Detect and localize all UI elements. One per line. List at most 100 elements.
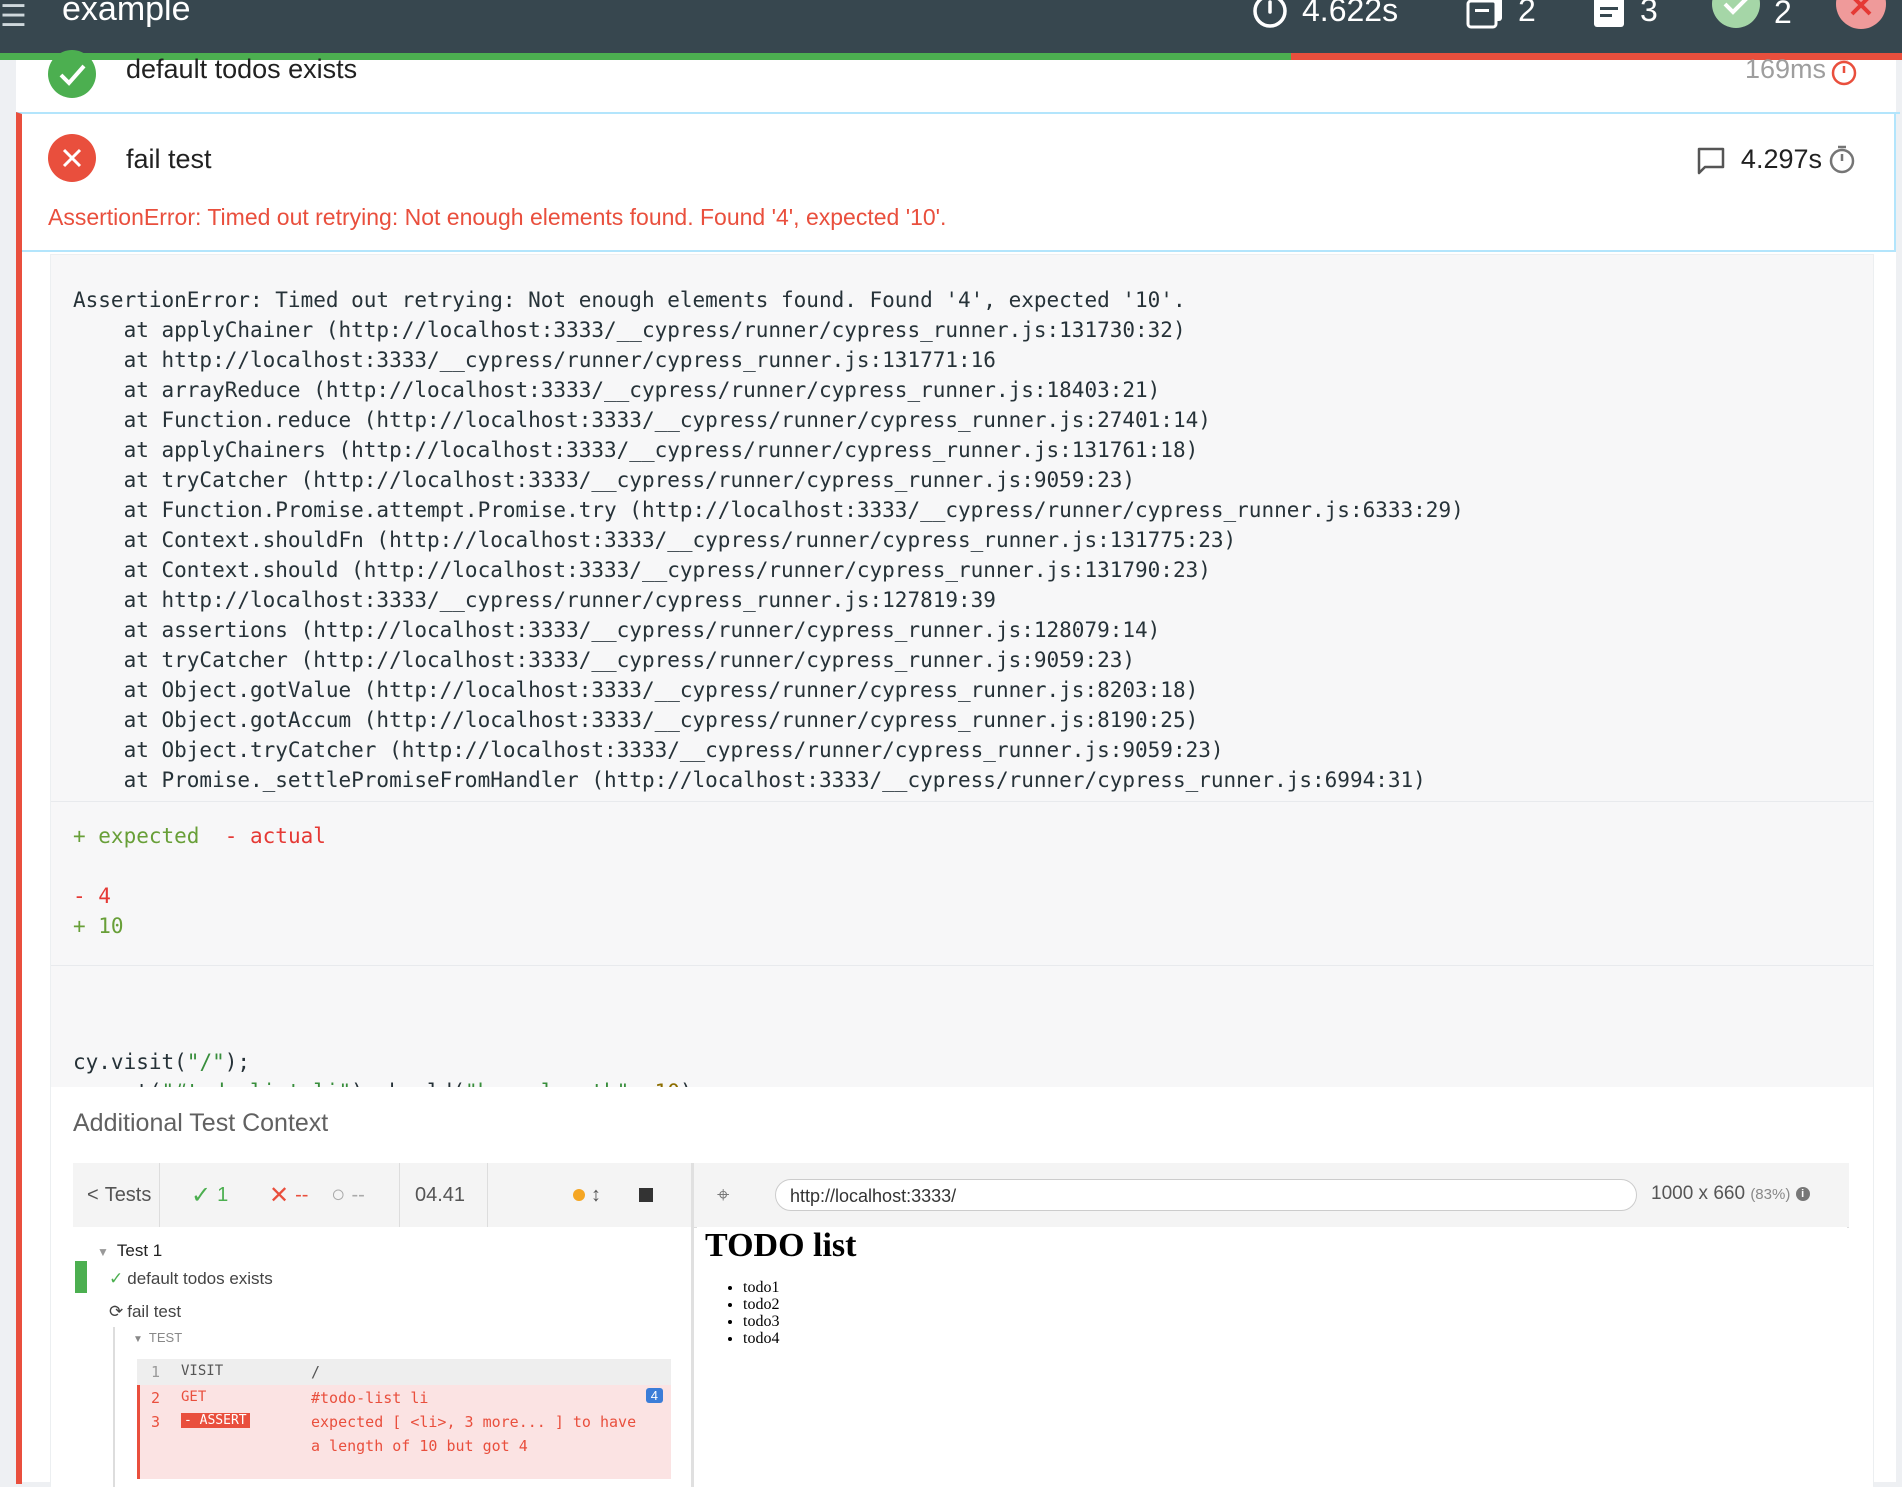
suites-stat[interactable]: 2	[1466, 0, 1536, 29]
url-bar[interactable]: http://localhost:3333/	[775, 1179, 1637, 1211]
command-list: 1 VISIT / 2 GET #todo-list li 4 3 - ASSE…	[137, 1359, 671, 1479]
status-dot-icon	[573, 1189, 585, 1201]
crosshair-icon: ⌖	[717, 1182, 730, 1207]
clock-icon	[1253, 0, 1287, 28]
error-circle-icon	[48, 134, 96, 182]
suite-title: Test 1	[116, 1241, 163, 1260]
passed-number: 1	[217, 1183, 229, 1206]
runner-toolbar: < Tests ✓ 1 ✕ -- ○ -- 04.41 ↕	[73, 1163, 693, 1228]
hook-row[interactable]: ▼ TEST	[133, 1330, 182, 1345]
indent-guide	[113, 1327, 115, 1487]
todo-item: todo1	[743, 1279, 779, 1296]
command-message: /	[311, 1363, 321, 1381]
test-row-passed[interactable]: ✓ default todos exists	[109, 1269, 273, 1289]
aut-title: TODO list	[705, 1227, 857, 1264]
passed-count: ✓ 1	[191, 1163, 228, 1227]
todo-list: todo1 todo2 todo3 todo4	[719, 1279, 779, 1347]
context-title: Additional Test Context	[73, 1109, 329, 1137]
check-icon: ✓	[109, 1269, 124, 1288]
failed-number: --	[295, 1183, 309, 1206]
check-circle-icon	[48, 50, 96, 98]
error-details: AssertionError: Timed out retrying: Not …	[50, 254, 1874, 1487]
command-number: 1	[151, 1363, 161, 1381]
diff-expected-value: + 10	[73, 914, 124, 938]
command-message: a length of 10 but got 4	[311, 1437, 528, 1455]
command-number: 3	[151, 1413, 161, 1431]
code-token: );	[224, 1050, 251, 1074]
close-icon	[1836, 0, 1886, 29]
test-row-passed[interactable]: default todos exists 169ms	[16, 50, 1896, 110]
timer-icon	[1831, 57, 1857, 86]
passed-stat[interactable]: 2	[1712, 0, 1792, 32]
info-icon[interactable]: i	[1795, 1186, 1810, 1201]
failed-command-group: 2 GET #todo-list li 4 3 - ASSERT expecte…	[137, 1385, 671, 1479]
chevron-left-icon: <	[87, 1183, 99, 1206]
divider	[487, 1163, 488, 1227]
failed-test-header[interactable]: fail test 4.297s AssertionError: Timed o…	[22, 114, 1896, 252]
duration-stat: 4.622s	[1252, 0, 1398, 29]
stop-button[interactable]	[639, 1163, 653, 1227]
suites-icon	[1466, 0, 1502, 28]
test-title: default todos exists	[126, 54, 358, 84]
tests-icon	[1594, 0, 1624, 27]
caret-down-icon: ▼	[97, 1245, 109, 1259]
command-message: expected [ <li>, 3 more... ] to have	[311, 1413, 637, 1431]
tests-count: 3	[1640, 0, 1658, 28]
test-list: default todos exists 169ms fail test 4.2…	[16, 50, 1900, 1487]
report-header: ☰ example 4.622s 2 3 2	[0, 0, 1902, 53]
stack-trace: AssertionError: Timed out retrying: Not …	[73, 288, 1464, 792]
duration-value: 4.622s	[1302, 0, 1399, 28]
tests-label: Tests	[104, 1183, 152, 1206]
diff-legend: + expected - actual	[73, 821, 326, 851]
stop-icon	[639, 1188, 653, 1202]
command-name: VISIT	[181, 1363, 224, 1379]
pending-number: --	[351, 1183, 365, 1206]
aut-header: ⌖ http://localhost:3333/ 1000 x 660 (83%…	[693, 1163, 1849, 1228]
command-row[interactable]: 1 VISIT /	[137, 1359, 671, 1385]
auto-scroll-toggle[interactable]: ↕	[573, 1163, 601, 1227]
arrows-vertical-icon: ↕	[591, 1183, 601, 1206]
report-title: example	[62, 0, 191, 28]
code-token: cy.visit(	[73, 1050, 187, 1074]
test-duration: 169ms	[1744, 54, 1826, 84]
divider	[51, 965, 1873, 966]
run-time: 04.41	[415, 1183, 466, 1206]
command-row[interactable]: 3 - ASSERT expected [ <li>, 3 more... ] …	[140, 1411, 671, 1461]
command-message: #todo-list li	[311, 1389, 429, 1407]
command-number: 2	[151, 1389, 161, 1407]
todo-item: todo2	[743, 1296, 779, 1313]
menu-icon[interactable]: ☰	[0, 2, 27, 32]
command-name: GET	[181, 1389, 207, 1405]
suite-row[interactable]: ▼ Test 1	[97, 1241, 162, 1261]
context-screenshot[interactable]: < Tests ✓ 1 ✕ -- ○ -- 04.41 ↕ ⌖ http://local…	[73, 1163, 1849, 1487]
passed-icon	[1712, 0, 1760, 28]
diff-values: - 4 + 10	[73, 881, 124, 941]
x-icon: ✕	[269, 1181, 290, 1209]
todo-item: todo3	[743, 1313, 779, 1330]
check-icon: ✓	[191, 1181, 212, 1209]
selector-playground-button[interactable]: ⌖	[717, 1163, 729, 1227]
test-row-failed: fail test 4.297s AssertionError: Timed o…	[16, 112, 1900, 1487]
todo-item: todo4	[743, 1330, 779, 1347]
suites-count: 2	[1518, 0, 1536, 28]
failed-stat[interactable]	[1836, 0, 1886, 32]
tests-stat[interactable]: 3	[1592, 0, 1658, 29]
element-count-badge: 4	[645, 1388, 663, 1403]
assert-badge: - ASSERT	[181, 1413, 250, 1428]
refresh-icon: ⟳	[109, 1302, 124, 1321]
command-row[interactable]: 2 GET #todo-list li 4	[140, 1385, 671, 1409]
test-row-running[interactable]: ⟳ fail test	[109, 1302, 181, 1322]
app-under-test: TODO list todo1 todo2 todo3 todo4	[697, 1227, 1847, 1487]
diff-actual-label: - actual	[224, 824, 326, 848]
error-message: AssertionError: Timed out retrying: Not …	[48, 204, 947, 230]
test-title: fail test	[127, 1302, 182, 1321]
hook-title: TEST	[148, 1330, 183, 1345]
divider	[691, 1163, 694, 1487]
divider	[399, 1163, 400, 1227]
viewport-size: 1000 x 660	[1651, 1183, 1746, 1204]
test-context: Additional Test Context < Tests ✓ 1 ✕ -- ○ -…	[51, 1087, 1873, 1487]
tests-back-button[interactable]: < Tests	[87, 1163, 151, 1227]
timer-icon	[1829, 145, 1855, 174]
comment-icon[interactable]	[1696, 146, 1726, 176]
failed-count: ✕ --	[269, 1163, 308, 1227]
